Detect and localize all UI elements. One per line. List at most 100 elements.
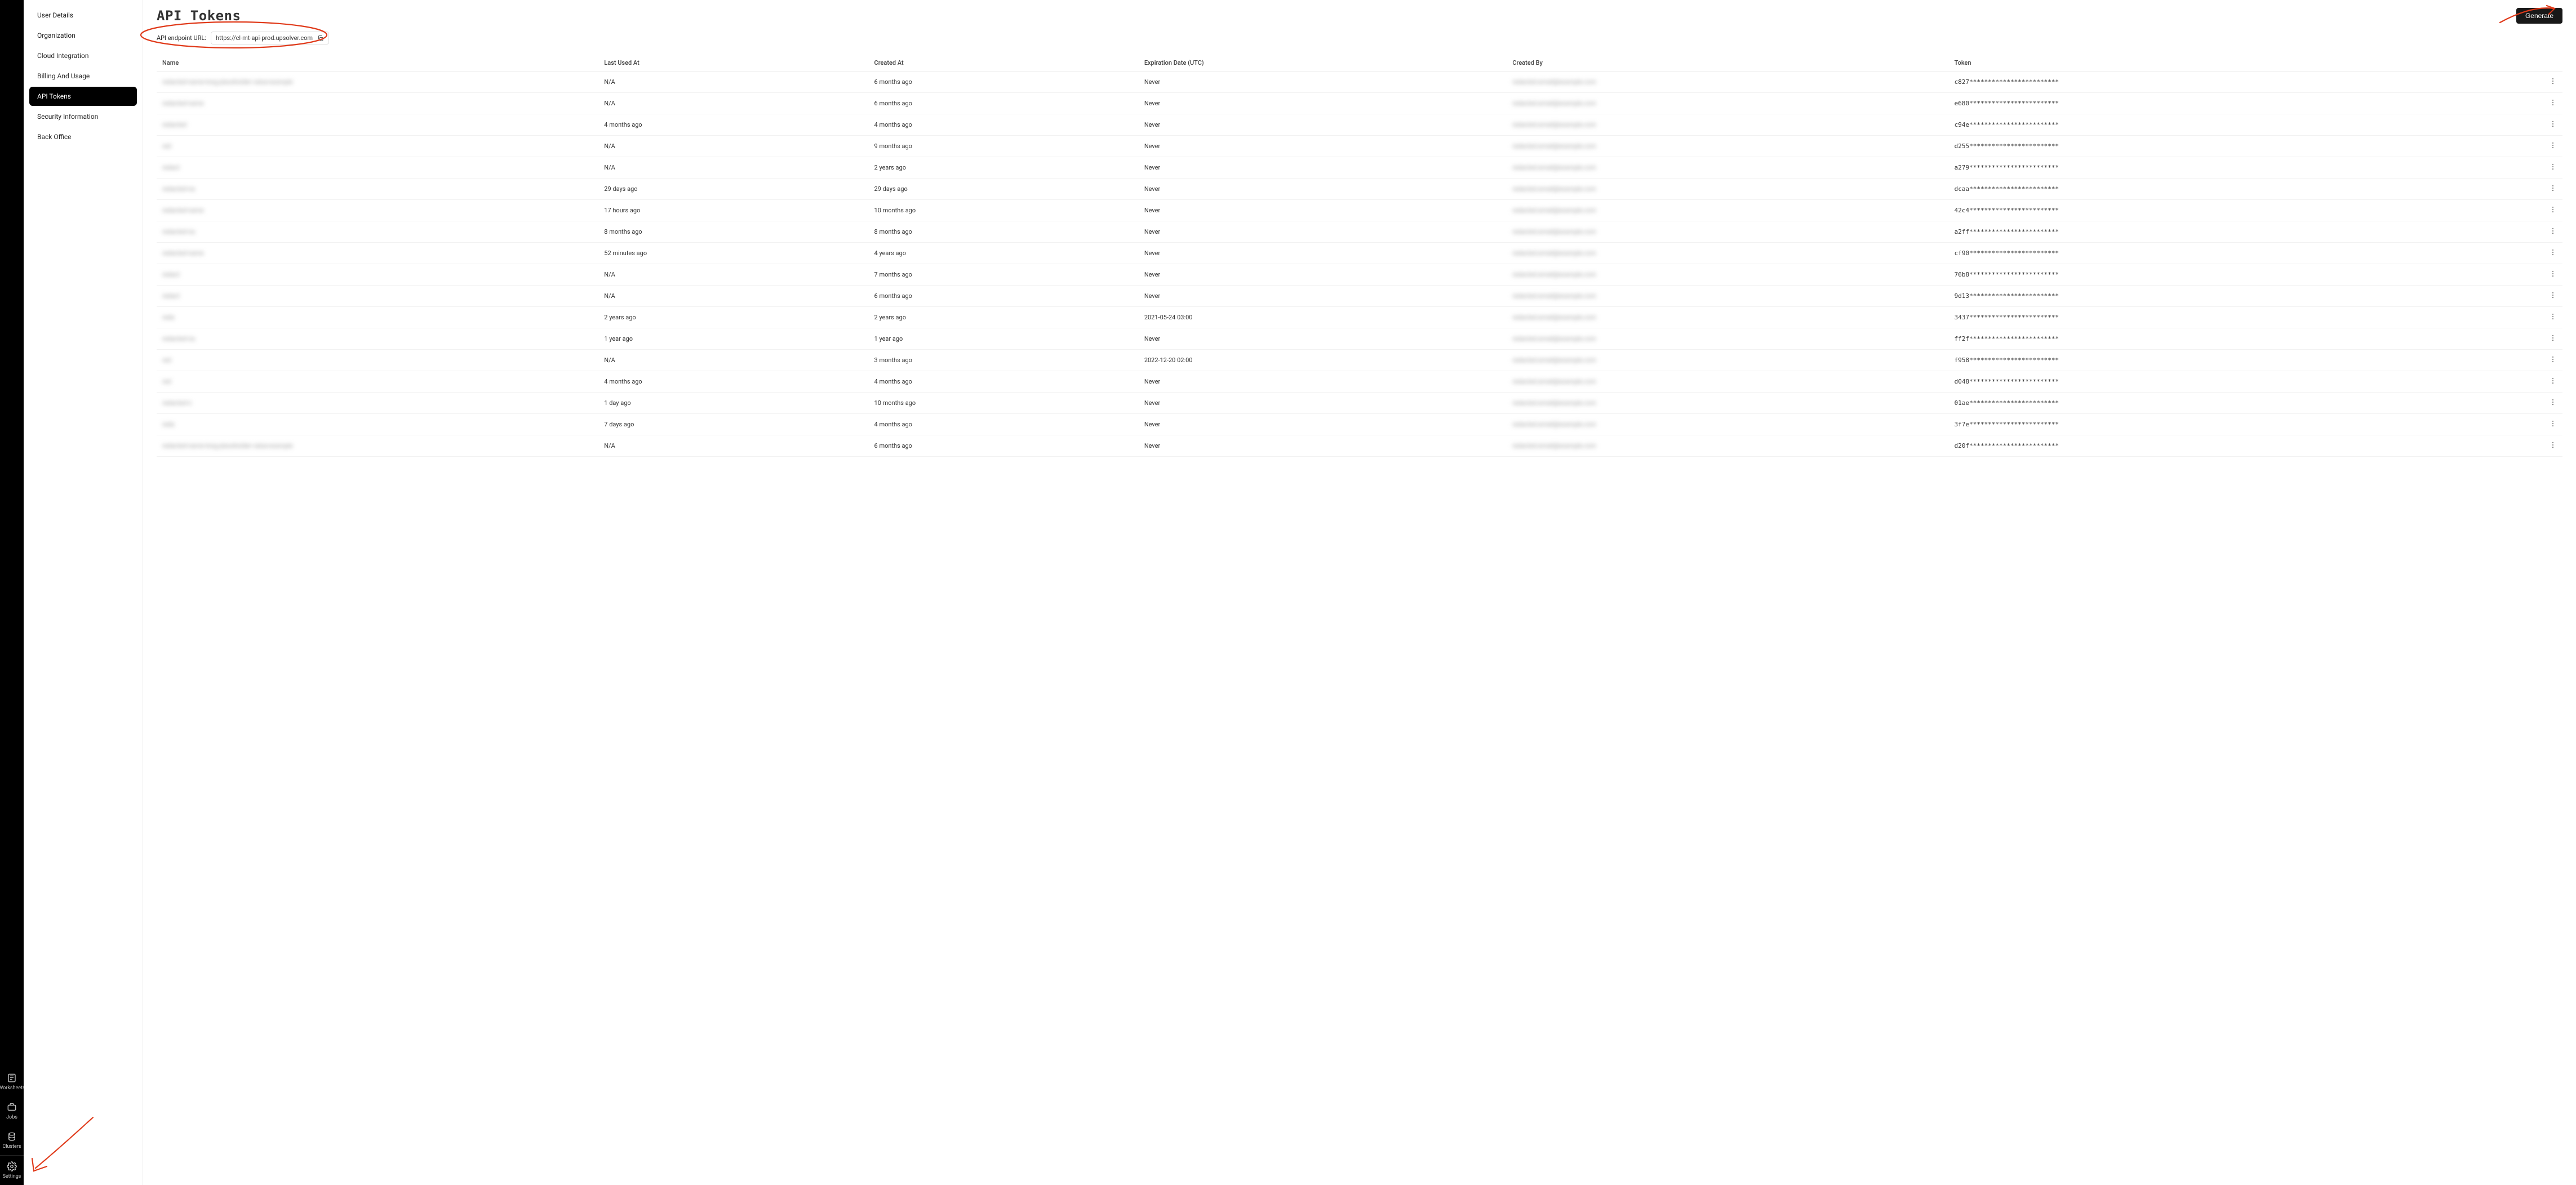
table-row[interactable]: redacted-nameN/A6 months agoNeverredacte… bbox=[157, 93, 2562, 114]
endpoint-box: https://cl-mt-api-prod.upsolver.com bbox=[211, 32, 329, 44]
expiration-cell: Never bbox=[1139, 328, 1507, 350]
table-row[interactable]: reda7 days ago4 months agoNeverredacted.… bbox=[157, 414, 2562, 435]
col-token[interactable]: Token bbox=[1949, 55, 2489, 72]
row-actions-icon[interactable] bbox=[2549, 420, 2557, 427]
row-actions-icon[interactable] bbox=[2549, 141, 2557, 149]
col-last-used[interactable]: Last Used At bbox=[598, 55, 868, 72]
last-used-cell: 1 year ago bbox=[598, 328, 868, 350]
table-row[interactable]: redacted-name-long-placeholder-value-exa… bbox=[157, 72, 2562, 93]
menu-item-back-office[interactable]: Back Office bbox=[29, 127, 137, 146]
row-actions-icon[interactable] bbox=[2549, 184, 2557, 192]
col-name[interactable]: Name bbox=[157, 55, 598, 72]
token-cell: c827************************ bbox=[1949, 72, 2489, 93]
created-cell: 9 months ago bbox=[869, 136, 1139, 157]
created-cell: 7 months ago bbox=[869, 264, 1139, 286]
last-used-cell: 4 months ago bbox=[598, 371, 868, 393]
last-used-cell: 2 years ago bbox=[598, 307, 868, 328]
expiration-cell: Never bbox=[1139, 286, 1507, 307]
token-cell: 3437************************ bbox=[1949, 307, 2489, 328]
table-row[interactable]: reda2 years ago2 years ago2021-05-24 03:… bbox=[157, 307, 2562, 328]
created-by-cell: redacted.email@example.com bbox=[1512, 378, 1596, 385]
row-actions-icon[interactable] bbox=[2549, 313, 2557, 320]
menu-item-user-details[interactable]: User Details bbox=[29, 6, 137, 25]
table-row[interactable]: redacted-n1 day ago10 months agoNeverred… bbox=[157, 393, 2562, 414]
row-actions-icon[interactable] bbox=[2549, 163, 2557, 171]
token-cell: 42c4************************ bbox=[1949, 200, 2489, 221]
table-row[interactable]: redactN/A2 years agoNeverredacted.email@… bbox=[157, 157, 2562, 179]
created-by-cell: redacted.email@example.com bbox=[1512, 314, 1596, 321]
expiration-cell: Never bbox=[1139, 200, 1507, 221]
menu-item-api-tokens[interactable]: API Tokens bbox=[29, 87, 137, 106]
expiration-cell: Never bbox=[1139, 93, 1507, 114]
menu-item-billing-and-usage[interactable]: Billing And Usage bbox=[29, 66, 137, 86]
row-actions-icon[interactable] bbox=[2549, 99, 2557, 106]
copy-icon[interactable] bbox=[317, 35, 324, 42]
row-actions-icon[interactable] bbox=[2549, 334, 2557, 342]
token-cell: cf90************************ bbox=[1949, 243, 2489, 264]
expiration-cell: Never bbox=[1139, 393, 1507, 414]
table-row[interactable]: redacted-na8 months ago8 months agoNever… bbox=[157, 221, 2562, 243]
generate-button[interactable]: Generate bbox=[2516, 8, 2562, 24]
row-actions-icon[interactable] bbox=[2549, 270, 2557, 278]
token-name: redacted-name bbox=[162, 207, 204, 214]
main-content: API Tokens Generate API endpoint URL: ht… bbox=[143, 0, 2576, 1185]
rail-item-settings[interactable]: Settings bbox=[0, 1155, 24, 1185]
created-cell: 6 months ago bbox=[869, 435, 1139, 457]
menu-item-security-information[interactable]: Security Information bbox=[29, 107, 137, 126]
created-cell: 1 year ago bbox=[869, 328, 1139, 350]
created-cell: 10 months ago bbox=[869, 393, 1139, 414]
token-name: redacted bbox=[162, 121, 186, 128]
expiration-cell: Never bbox=[1139, 435, 1507, 457]
last-used-cell: N/A bbox=[598, 93, 868, 114]
table-row[interactable]: redacted4 months ago4 months agoNeverred… bbox=[157, 114, 2562, 136]
row-actions-icon[interactable] bbox=[2549, 355, 2557, 363]
last-used-cell: N/A bbox=[598, 157, 868, 179]
col-created[interactable]: Created At bbox=[869, 55, 1139, 72]
rail-item-worksheets[interactable]: Worksheets bbox=[0, 1067, 25, 1097]
created-by-cell: redacted.email@example.com bbox=[1512, 78, 1596, 86]
row-actions-icon[interactable] bbox=[2549, 77, 2557, 85]
token-cell: d255************************ bbox=[1949, 136, 2489, 157]
created-cell: 2 years ago bbox=[869, 307, 1139, 328]
token-name: redacted-na bbox=[162, 185, 195, 193]
menu-item-cloud-integration[interactable]: Cloud Integration bbox=[29, 46, 137, 65]
row-actions-icon[interactable] bbox=[2549, 377, 2557, 385]
rail-item-jobs[interactable]: Jobs bbox=[0, 1097, 25, 1126]
row-actions-icon[interactable] bbox=[2549, 206, 2557, 213]
col-created-by[interactable]: Created By bbox=[1507, 55, 1948, 72]
table-row[interactable]: red4 months ago4 months agoNeverredacted… bbox=[157, 371, 2562, 393]
row-actions-icon[interactable] bbox=[2549, 248, 2557, 256]
token-name: redact bbox=[162, 164, 180, 171]
table-row[interactable]: redacted-na29 days ago29 days agoNeverre… bbox=[157, 179, 2562, 200]
table-row[interactable]: redacted-name-long-placeholder-value-exa… bbox=[157, 435, 2562, 457]
row-actions-icon[interactable] bbox=[2549, 227, 2557, 235]
menu-item-organization[interactable]: Organization bbox=[29, 26, 137, 45]
token-cell: 9d13************************ bbox=[1949, 286, 2489, 307]
table-row[interactable]: redactN/A7 months agoNeverredacted.email… bbox=[157, 264, 2562, 286]
table-row[interactable]: redacted-na1 year ago1 year agoNeverreda… bbox=[157, 328, 2562, 350]
expiration-cell: Never bbox=[1139, 179, 1507, 200]
row-actions-icon[interactable] bbox=[2549, 120, 2557, 128]
row-actions-icon[interactable] bbox=[2549, 398, 2557, 406]
row-actions-icon[interactable] bbox=[2549, 441, 2557, 449]
created-by-cell: redacted.email@example.com bbox=[1512, 399, 1596, 407]
table-row[interactable]: redN/A9 months agoNeverredacted.email@ex… bbox=[157, 136, 2562, 157]
created-by-cell: redacted.email@example.com bbox=[1512, 335, 1596, 342]
token-cell: d20f************************ bbox=[1949, 435, 2489, 457]
token-name: reda bbox=[162, 421, 175, 428]
col-expiration[interactable]: Expiration Date (UTC) bbox=[1139, 55, 1507, 72]
jobs-icon bbox=[7, 1102, 17, 1112]
rail-item-clusters[interactable]: Clusters bbox=[0, 1126, 25, 1155]
created-by-cell: redacted.email@example.com bbox=[1512, 142, 1596, 150]
last-used-cell: 52 minutes ago bbox=[598, 243, 868, 264]
table-row[interactable]: redacted-name17 hours ago10 months agoNe… bbox=[157, 200, 2562, 221]
header: API Tokens Generate bbox=[157, 0, 2562, 27]
token-name: redacted-name-long-placeholder-value-exa… bbox=[162, 78, 293, 86]
table-row[interactable]: redactN/A6 months agoNeverredacted.email… bbox=[157, 286, 2562, 307]
table-row[interactable]: redacted-name52 minutes ago4 years agoNe… bbox=[157, 243, 2562, 264]
table-row[interactable]: redN/A3 months ago2022-12-20 02:00redact… bbox=[157, 350, 2562, 371]
expiration-cell: Never bbox=[1139, 157, 1507, 179]
row-actions-icon[interactable] bbox=[2549, 291, 2557, 299]
tokens-table-wrap[interactable]: Name Last Used At Created At Expiration … bbox=[157, 55, 2562, 1185]
last-used-cell: 17 hours ago bbox=[598, 200, 868, 221]
